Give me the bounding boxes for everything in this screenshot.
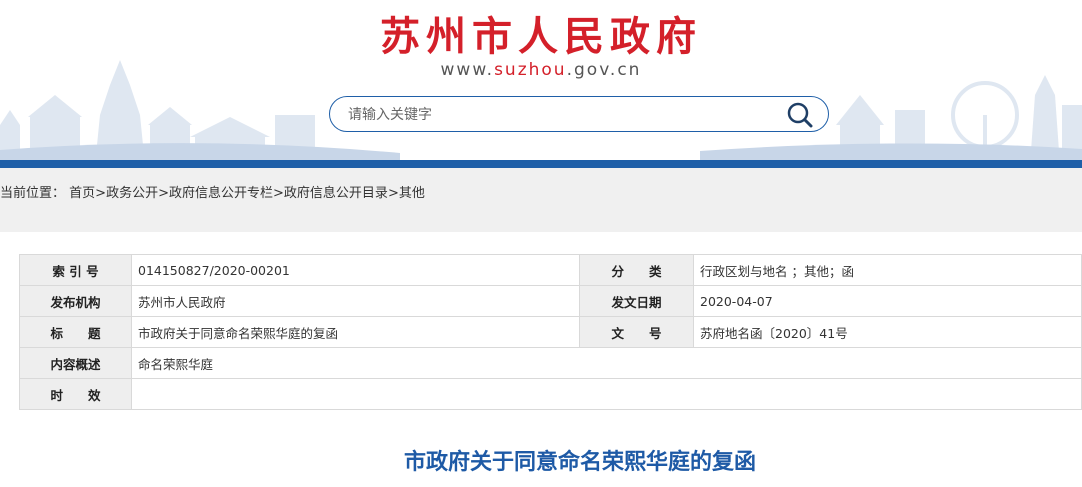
site-url: www.suzhou.gov.cn xyxy=(0,60,1082,80)
breadcrumb-separator: > xyxy=(273,186,284,201)
site-url-suffix: .gov.cn xyxy=(566,60,642,80)
search-box xyxy=(329,96,829,132)
breadcrumb-bar: 当前位置： 首页>政务公开>政府信息公开专栏>政府信息公开目录>其他 xyxy=(0,168,1082,232)
breadcrumb-info-catalog[interactable]: 政府信息公开目录 xyxy=(284,186,388,201)
search-input[interactable] xyxy=(348,104,768,126)
issuer-label: 发布机构 xyxy=(19,285,132,317)
category-label: 分 类 xyxy=(579,254,694,286)
site-title: 苏州市人民政府 xyxy=(380,13,702,60)
date-value: 2020-04-07 xyxy=(693,285,1082,317)
table-row: 索 引 号 014150827/2020-00201 分 类 行政区划与地名 ；… xyxy=(19,254,1082,286)
index-label: 索 引 号 xyxy=(19,254,132,286)
article-title: 市政府关于同意命名荣熙华庭的复函 xyxy=(403,450,756,475)
summary-value: 命名荣熙华庭 xyxy=(131,347,1082,379)
breadcrumb-separator: > xyxy=(95,186,107,201)
title-value: 市政府关于同意命名荣熙华庭的复函 xyxy=(131,316,580,348)
site-url-domain: suzhou xyxy=(494,60,567,80)
table-row: 标 题 市政府关于同意命名荣熙华庭的复函 文 号 苏府地名函〔2020〕41号 xyxy=(19,316,1082,348)
search-icon[interactable] xyxy=(786,101,814,129)
breadcrumb-separator: > xyxy=(387,186,399,201)
category-value: 行政区划与地名 ；其他；函 xyxy=(693,254,1082,286)
issuer-value: 苏州市人民政府 xyxy=(131,285,580,317)
breadcrumb-home[interactable]: 首页 xyxy=(69,186,95,201)
header-bar xyxy=(0,160,1082,168)
docno-label: 文 号 xyxy=(579,316,694,348)
breadcrumb-gov-affairs[interactable]: 政务公开 xyxy=(106,186,158,201)
date-label: 发文日期 xyxy=(579,285,694,317)
site-header: 苏州市人民政府 www.suzhou.gov.cn xyxy=(0,0,1082,168)
title-label: 标 题 xyxy=(19,316,132,348)
document-info-table: 索 引 号 014150827/2020-00201 分 类 行政区划与地名 ；… xyxy=(19,254,1082,410)
index-value: 014150827/2020-00201 xyxy=(131,254,580,286)
breadcrumb-other[interactable]: 其他 xyxy=(399,186,425,201)
summary-label: 内容概述 xyxy=(19,347,132,379)
table-row: 时 效 xyxy=(19,378,1082,410)
breadcrumb-info-column[interactable]: 政府信息公开专栏 xyxy=(169,186,273,201)
breadcrumb-separator: > xyxy=(158,186,169,201)
breadcrumb-prefix: 当前位置： xyxy=(0,186,66,201)
table-row: 内容概述 命名荣熙华庭 xyxy=(19,347,1082,379)
site-url-prefix: www. xyxy=(440,60,495,80)
breadcrumb: 当前位置： 首页>政务公开>政府信息公开专栏>政府信息公开目录>其他 xyxy=(0,182,425,201)
docno-value: 苏府地名函〔2020〕41号 xyxy=(693,316,1082,348)
validity-value xyxy=(131,378,1082,410)
table-row: 发布机构 苏州市人民政府 发文日期 2020-04-07 xyxy=(19,285,1082,317)
validity-label: 时 效 xyxy=(19,378,132,410)
